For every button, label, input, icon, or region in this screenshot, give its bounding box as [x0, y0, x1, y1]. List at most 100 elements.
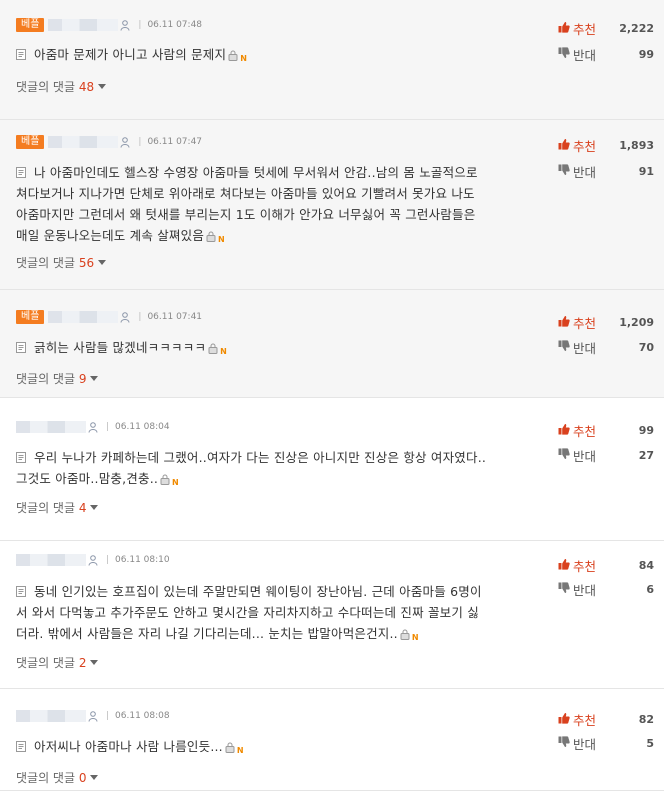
chevron-down-icon — [90, 505, 99, 510]
comment-body: 긁히는 사람들 많겠네ㅋㅋㅋㅋㅋ N — [16, 337, 536, 362]
downvote-count: 99 — [638, 47, 654, 61]
thumb-up-icon — [558, 21, 570, 36]
thumb-down-icon — [558, 735, 570, 751]
comment-text: 우리 누나가 카페하는데 그랬어..여자가 다는 진상은 아니지만 진상은 항상… — [34, 450, 487, 465]
comment-text: 그것도 아줌마..맘충,견충.. — [16, 471, 159, 486]
comment-time: 06.11 07:47 — [147, 137, 203, 147]
upvote-label: 추천 — [573, 315, 597, 331]
upvote-button[interactable]: 추천 99 — [558, 422, 654, 439]
upvote-button[interactable]: 추천 84 — [558, 557, 654, 574]
lock-icon[interactable] — [206, 230, 216, 245]
replies-count: 0 — [78, 771, 87, 785]
document-icon — [16, 45, 26, 60]
comment-item: 베플 | 06.11 07:47 나 아줌마인데도 헬스장 수영장 아줌마들 텃세에 … — [0, 120, 664, 290]
replies-label: 댓글의 댓글 — [16, 80, 76, 94]
replies-toggle[interactable]: 댓글의 댓글 48 — [16, 78, 107, 95]
comment-line: 아줌마 문제가 아니고 사람의 문제지 N — [16, 44, 536, 69]
lock-icon[interactable] — [208, 342, 218, 357]
person-icon — [120, 136, 130, 148]
downvote-count: 70 — [638, 340, 654, 354]
new-badge-icon: N — [172, 478, 179, 487]
new-badge-icon: N — [220, 347, 228, 356]
comment-item: 베플 | 06.11 07:48 아줌마 문제가 아니고 사람의 문제지 N 댓글의 댓글… — [0, 0, 664, 120]
new-badge-icon: N — [218, 235, 225, 244]
nickname-blurred[interactable] — [16, 554, 86, 566]
comment-text: 쳐다보거나 지나가면 단체로 위아래로 쳐다보는 아줌마들 있어요 기빨려서 못… — [16, 186, 475, 201]
comment-time: 06.11 07:48 — [147, 20, 203, 30]
nickname-blurred[interactable] — [48, 19, 119, 31]
person-icon — [120, 311, 130, 323]
comment-meta: 베플 | 06.11 07:48 — [16, 18, 202, 32]
nickname-blurred[interactable] — [48, 136, 119, 148]
replies-count: 2 — [78, 656, 87, 670]
replies-label: 댓글의 댓글 — [16, 372, 76, 386]
upvote-label: 추천 — [573, 21, 597, 37]
comment-text: 나 아줌마인데도 헬스장 수영장 아줌마들 텃세에 무서워서 안감..남의 몸 … — [34, 165, 478, 180]
upvote-count: 99 — [638, 423, 654, 437]
replies-toggle[interactable]: 댓글의 댓글 4 — [16, 499, 99, 516]
lock-icon[interactable] — [400, 628, 410, 643]
downvote-count: 5 — [646, 736, 654, 750]
lock-icon[interactable] — [228, 49, 238, 64]
replies-count: 56 — [78, 256, 95, 270]
chevron-down-icon — [98, 84, 107, 89]
nickname-blurred[interactable] — [16, 710, 86, 722]
replies-toggle[interactable]: 댓글의 댓글 56 — [16, 254, 107, 271]
lock-icon[interactable] — [225, 741, 235, 756]
replies-toggle[interactable]: 댓글의 댓글 9 — [16, 370, 99, 387]
comment-text: 매일 운동나오는데도 계속 살쪄있음 — [16, 228, 205, 243]
person-icon — [88, 554, 98, 566]
downvote-count: 27 — [638, 448, 654, 462]
downvote-button[interactable]: 반대 70 — [558, 339, 654, 356]
document-icon — [16, 448, 26, 463]
chevron-down-icon — [90, 376, 99, 381]
upvote-label: 추천 — [573, 138, 597, 154]
downvote-button[interactable]: 반대 5 — [558, 735, 654, 752]
separator: | — [106, 555, 110, 565]
person-icon — [120, 19, 130, 31]
nickname-blurred[interactable] — [16, 421, 86, 433]
comment-line: 우리 누나가 카페하는데 그랬어..여자가 다는 진상은 아니지만 진상은 항상… — [16, 447, 536, 468]
thumb-down-icon — [558, 163, 570, 179]
upvote-button[interactable]: 추천 82 — [558, 711, 654, 728]
chevron-down-icon — [90, 660, 99, 665]
upvote-button[interactable]: 추천 1,893 — [558, 137, 654, 154]
upvote-count: 1,209 — [619, 315, 654, 329]
replies-toggle[interactable]: 댓글의 댓글 2 — [16, 654, 99, 671]
nickname-blurred[interactable] — [48, 311, 119, 323]
comment-meta: | 06.11 08:04 — [16, 420, 170, 434]
chevron-down-icon — [90, 775, 99, 780]
replies-label: 댓글의 댓글 — [16, 771, 76, 785]
comment-line: 매일 운동나오는데도 계속 살쪄있음 N — [16, 225, 536, 250]
downvote-label: 반대 — [573, 448, 597, 464]
separator: | — [138, 312, 142, 322]
replies-label: 댓글의 댓글 — [16, 656, 76, 670]
upvote-count: 82 — [638, 712, 654, 726]
chevron-down-icon — [98, 260, 107, 265]
comment-line: 동네 인기있는 호프집이 있는데 주말만되면 웨이팅이 장난아님. 근데 아줌마… — [16, 581, 536, 602]
replies-count: 9 — [78, 372, 87, 386]
document-icon — [16, 582, 26, 597]
upvote-button[interactable]: 추천 1,209 — [558, 314, 654, 331]
comment-text: 아줌마지만 그런데서 왜 텃새를 부리는지 1도 이해가 안가요 너무싫어 꼭 … — [16, 207, 476, 222]
thumb-up-icon — [558, 423, 570, 438]
person-icon — [88, 421, 98, 433]
replies-toggle[interactable]: 댓글의 댓글 0 — [16, 769, 99, 786]
new-badge-icon: N — [240, 54, 248, 63]
downvote-button[interactable]: 반대 91 — [558, 163, 654, 180]
upvote-label: 추천 — [573, 712, 597, 728]
downvote-button[interactable]: 반대 27 — [558, 447, 654, 464]
upvote-button[interactable]: 추천 2,222 — [558, 20, 654, 37]
lock-icon[interactable] — [160, 473, 170, 488]
downvote-label: 반대 — [573, 736, 597, 752]
thumb-up-icon — [558, 138, 570, 153]
upvote-count: 1,893 — [619, 138, 654, 152]
best-badge: 베플 — [16, 135, 45, 149]
thumb-down-icon — [558, 46, 570, 62]
replies-count: 4 — [78, 501, 87, 515]
new-badge-icon: N — [236, 746, 244, 755]
downvote-button[interactable]: 반대 6 — [558, 581, 654, 598]
downvote-button[interactable]: 반대 99 — [558, 46, 654, 63]
downvote-count: 6 — [646, 582, 654, 596]
thumb-up-icon — [558, 558, 570, 573]
